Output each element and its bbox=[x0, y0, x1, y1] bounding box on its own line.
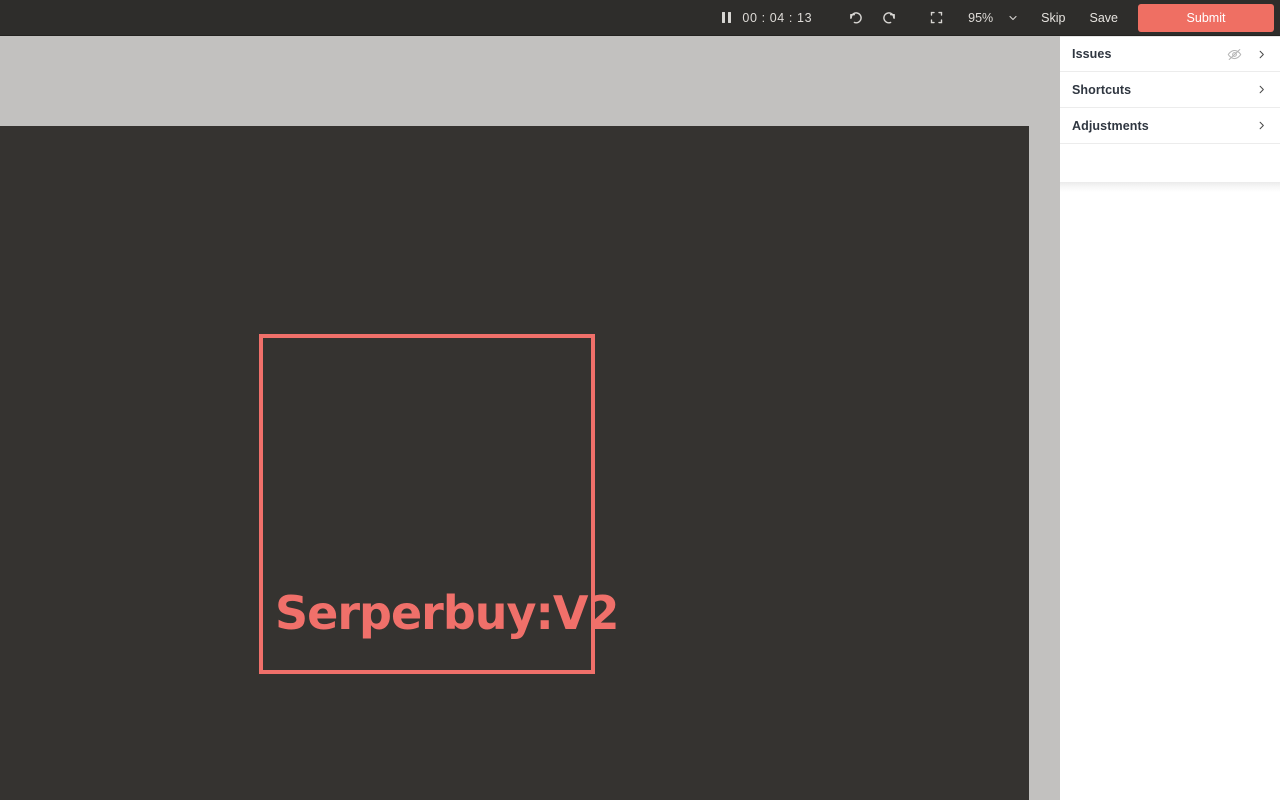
skip-button[interactable]: Skip bbox=[1035, 7, 1071, 29]
save-button[interactable]: Save bbox=[1084, 7, 1125, 29]
annotation-tool-app: 00 : 04 : 13 95% Skip Save Submit Serper… bbox=[0, 0, 1280, 800]
chevron-right-icon bbox=[1256, 49, 1268, 60]
image-canvas[interactable]: Serperbuy:V2 bbox=[0, 126, 1029, 800]
right-sidebar: Issues Shortcuts Adjustments bbox=[1060, 36, 1280, 800]
sidebar-item-issues[interactable]: Issues bbox=[1060, 36, 1280, 72]
image-workspace[interactable]: Serperbuy:V2 bbox=[0, 36, 1060, 800]
zoom-level-selector[interactable]: 95% bbox=[968, 11, 1019, 25]
session-timer: 00 : 04 : 13 bbox=[742, 10, 813, 25]
chevron-down-icon bbox=[1007, 12, 1019, 24]
eye-off-icon[interactable] bbox=[1227, 47, 1242, 62]
chevron-right-icon bbox=[1256, 120, 1268, 131]
sidebar-panel-shadow bbox=[1060, 182, 1280, 192]
sidebar-item-adjustments[interactable]: Adjustments bbox=[1060, 108, 1280, 144]
bounding-box-label: Serperbuy:V2 bbox=[275, 586, 619, 640]
top-toolbar: 00 : 04 : 13 95% Skip Save Submit bbox=[0, 0, 1280, 36]
sidebar-item-label: Shortcuts bbox=[1072, 82, 1132, 97]
redo-icon[interactable] bbox=[874, 4, 902, 32]
zoom-level-value: 95% bbox=[968, 10, 994, 25]
timer-group: 00 : 04 : 13 bbox=[715, 7, 842, 29]
pause-icon[interactable] bbox=[715, 7, 737, 29]
sidebar-item-label: Adjustments bbox=[1072, 118, 1149, 133]
chevron-right-icon bbox=[1256, 84, 1268, 95]
sidebar-item-shortcuts[interactable]: Shortcuts bbox=[1060, 72, 1280, 108]
undo-icon[interactable] bbox=[842, 4, 870, 32]
bounding-box-annotation[interactable]: Serperbuy:V2 bbox=[259, 334, 619, 674]
fullscreen-icon[interactable] bbox=[922, 4, 950, 32]
sidebar-item-label: Issues bbox=[1072, 47, 1112, 61]
submit-button[interactable]: Submit bbox=[1138, 3, 1274, 32]
